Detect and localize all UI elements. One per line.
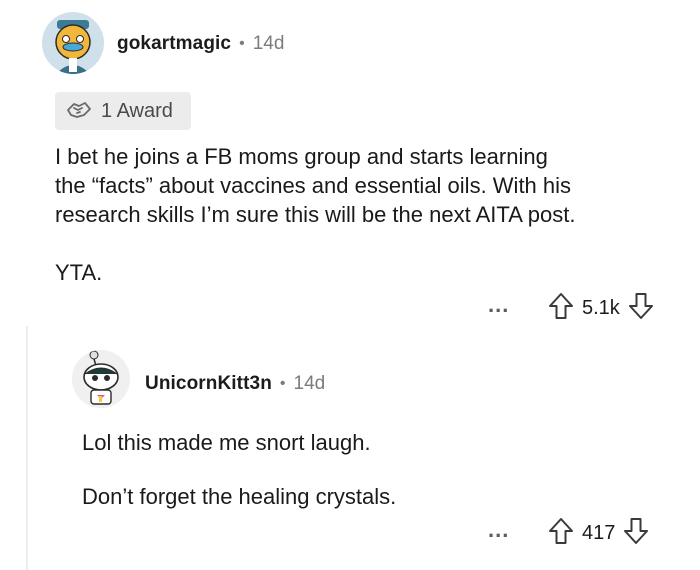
vote-count: 5.1k (582, 297, 620, 319)
upvote-icon[interactable] (548, 292, 574, 325)
avatar-image (72, 350, 130, 408)
reply-line: Lol this made me snort laugh. (82, 430, 371, 455)
comment-body: I bet he joins a FB moms group and start… (55, 142, 695, 229)
vote-count: 417 (582, 522, 616, 544)
reply-timestamp: 14d (293, 373, 326, 394)
meta-separator: • (239, 35, 245, 52)
comment-line: I bet he joins a FB moms group and start… (55, 144, 548, 169)
award-badge[interactable]: 1 Award (55, 92, 191, 130)
thread-line[interactable] (26, 326, 28, 570)
more-options-button[interactable]: ... (488, 517, 509, 543)
reply-username[interactable]: UnicornKitt3n (145, 373, 272, 395)
reply-avatar[interactable] (72, 350, 130, 408)
award-icon (65, 97, 93, 126)
avatar-image (42, 12, 104, 74)
more-options-button[interactable]: ... (488, 292, 509, 318)
reply-line: Don’t forget the healing crystals. (82, 484, 397, 509)
meta-separator: • (279, 375, 286, 392)
comment-timestamp: 14d (252, 33, 285, 54)
comment-line: research skills I’m sure this will be th… (55, 202, 576, 227)
comment-body-2: YTA. (55, 260, 103, 285)
comment-line: the “facts” about vaccines and essential… (55, 173, 572, 198)
downvote-icon[interactable] (623, 517, 649, 550)
user-avatar[interactable] (42, 12, 104, 74)
award-label: 1 Award (101, 99, 173, 122)
downvote-icon[interactable] (628, 292, 654, 325)
comment-username[interactable]: gokartmagic (117, 33, 231, 55)
upvote-icon[interactable] (548, 517, 574, 550)
